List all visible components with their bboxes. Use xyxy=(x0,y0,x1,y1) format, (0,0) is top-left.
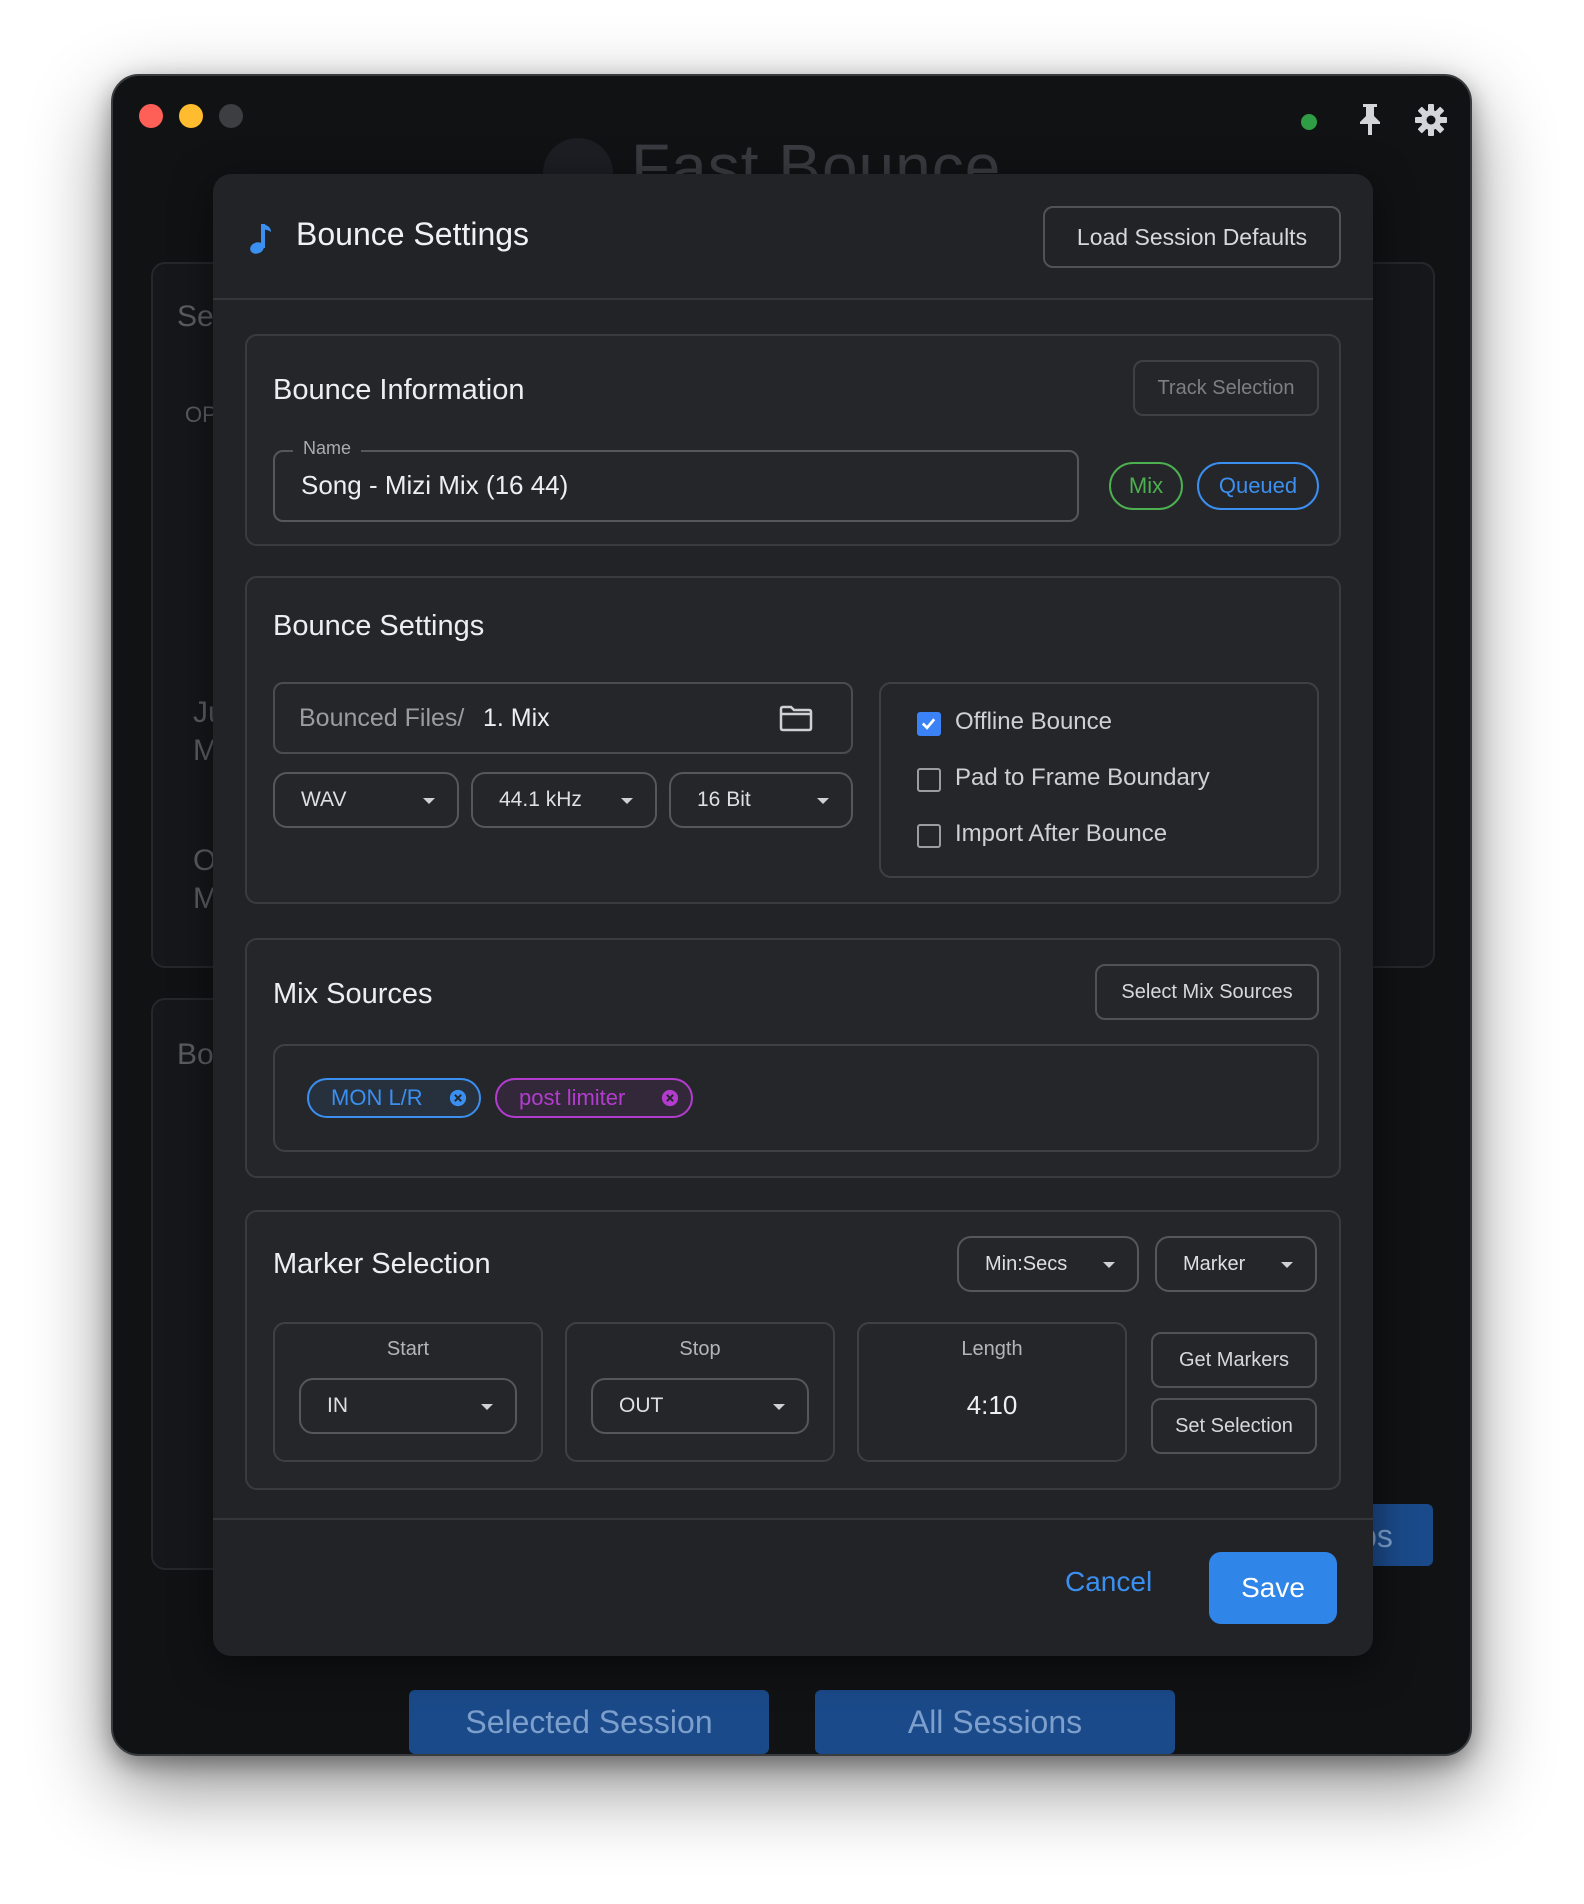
name-field-legend: Name xyxy=(293,438,362,459)
output-path-prefix: Bounced Files/ xyxy=(299,704,465,732)
background-fragment: Bo xyxy=(177,1038,214,1071)
name-field[interactable]: Name Song - Mizi Mix (16 44) xyxy=(273,438,1079,522)
background-fragment: Se xyxy=(177,300,214,333)
import-after-checkbox[interactable] xyxy=(917,824,941,848)
format-select[interactable]: WAV xyxy=(273,772,459,828)
marker-selection-title: Marker Selection xyxy=(273,1248,491,1280)
all-sessions-button[interactable]: All Sessions xyxy=(815,1690,1175,1754)
stop-marker-select[interactable]: OUT xyxy=(591,1378,809,1434)
mix-source-chip: post limiter xyxy=(495,1078,693,1118)
pad-frame-checkbox[interactable] xyxy=(917,768,941,792)
status-chip: Queued xyxy=(1197,462,1319,510)
chevron-down-icon xyxy=(423,798,435,804)
gear-icon[interactable] xyxy=(1413,102,1449,138)
stop-label: Stop xyxy=(679,1338,721,1360)
remove-chip-icon[interactable] xyxy=(661,1089,679,1107)
mix-sources-card: Mix Sources Select Mix Sources MON L/R p… xyxy=(245,938,1341,1178)
bounce-information-title: Bounce Information xyxy=(273,374,525,406)
start-box: Start IN xyxy=(273,1322,543,1462)
select-mix-sources-button[interactable]: Select Mix Sources xyxy=(1095,964,1319,1020)
pin-icon[interactable] xyxy=(1355,102,1385,136)
pad-frame-label: Pad to Frame Boundary xyxy=(955,764,1210,791)
mix-source-chip-label: post limiter xyxy=(519,1085,626,1110)
marker-mode-select[interactable]: Marker xyxy=(1155,1236,1317,1292)
sample-rate-select[interactable]: 44.1 kHz xyxy=(471,772,657,828)
offline-bounce-checkbox[interactable] xyxy=(917,712,941,736)
folder-icon[interactable] xyxy=(779,704,813,732)
name-field-value: Song - Mizi Mix (16 44) xyxy=(301,470,569,500)
minimize-window-button[interactable] xyxy=(179,104,203,128)
marker-selection-card: Marker Selection Min:Secs Marker Start I… xyxy=(245,1210,1341,1490)
mix-source-chip: MON L/R xyxy=(307,1078,481,1118)
cancel-button[interactable]: Cancel xyxy=(1065,1566,1152,1598)
chevron-down-icon xyxy=(621,798,633,804)
bounce-settings-title: Bounce Settings xyxy=(273,610,485,642)
bounce-information-card: Bounce Information Track Selection Name … xyxy=(245,334,1341,546)
start-marker-value: IN xyxy=(327,1394,348,1417)
import-after-label: Import After Bounce xyxy=(955,820,1168,847)
length-value: 4:10 xyxy=(966,1390,1018,1420)
mix-source-chip-label: MON L/R xyxy=(331,1085,423,1110)
output-path-field[interactable]: Bounced Files/ 1. Mix xyxy=(273,682,853,754)
chevron-down-icon xyxy=(1281,1262,1293,1268)
chevron-down-icon xyxy=(1103,1262,1115,1268)
music-note-icon xyxy=(250,224,271,254)
chevron-down-icon xyxy=(481,1404,493,1410)
start-label: Start xyxy=(386,1338,430,1360)
format-value: WAV xyxy=(301,788,347,811)
checkmark-icon xyxy=(921,718,936,730)
get-markers-button[interactable]: Get Markers xyxy=(1151,1332,1317,1388)
length-box: Length 4:10 xyxy=(857,1322,1127,1462)
mix-sources-title: Mix Sources xyxy=(273,978,433,1010)
output-path-value: 1. Mix xyxy=(483,704,550,732)
stop-marker-value: OUT xyxy=(619,1394,664,1417)
set-selection-button[interactable]: Set Selection xyxy=(1151,1398,1317,1454)
bit-depth-value: 16 Bit xyxy=(697,788,751,811)
chevron-down-icon xyxy=(773,1404,785,1410)
connection-status-indicator xyxy=(1301,114,1317,130)
dialog-footer-divider xyxy=(213,1518,1373,1520)
stop-box: Stop OUT xyxy=(565,1322,835,1462)
mix-sources-box: MON L/R post limiter xyxy=(273,1044,1319,1152)
offline-bounce-label: Offline Bounce xyxy=(955,708,1112,735)
bounce-options-box: Offline Bounce Pad to Frame Boundary Imp… xyxy=(879,682,1319,878)
track-selection-button[interactable]: Track Selection xyxy=(1133,360,1319,416)
bit-depth-select[interactable]: 16 Bit xyxy=(669,772,853,828)
sample-rate-value: 44.1 kHz xyxy=(499,788,582,811)
selected-session-button[interactable]: Selected Session xyxy=(409,1690,769,1754)
remove-chip-icon[interactable] xyxy=(449,1089,467,1107)
start-marker-select[interactable]: IN xyxy=(299,1378,517,1434)
bounce-settings-dialog: Bounce Settings Load Session Defaults Bo… xyxy=(213,174,1373,1656)
dialog-title: Bounce Settings xyxy=(296,216,530,252)
time-format-select[interactable]: Min:Secs xyxy=(957,1236,1139,1292)
type-chip: Mix xyxy=(1109,462,1183,510)
time-format-value: Min:Secs xyxy=(985,1253,1068,1275)
chevron-down-icon xyxy=(817,798,829,804)
load-session-defaults-button[interactable]: Load Session Defaults xyxy=(1043,206,1341,268)
bounce-settings-card: Bounce Settings Bounced Files/ 1. Mix WA… xyxy=(245,576,1341,904)
close-window-button[interactable] xyxy=(139,104,163,128)
marker-mode-value: Marker xyxy=(1183,1253,1246,1275)
save-button[interactable]: Save xyxy=(1209,1552,1337,1624)
length-label: Length xyxy=(961,1338,1023,1360)
app-window: Fast Bounce Se OP Ju M O M Bo Selected S… xyxy=(111,74,1472,1756)
zoom-window-button[interactable] xyxy=(219,104,243,128)
dialog-header: Bounce Settings Load Session Defaults xyxy=(213,174,1373,300)
